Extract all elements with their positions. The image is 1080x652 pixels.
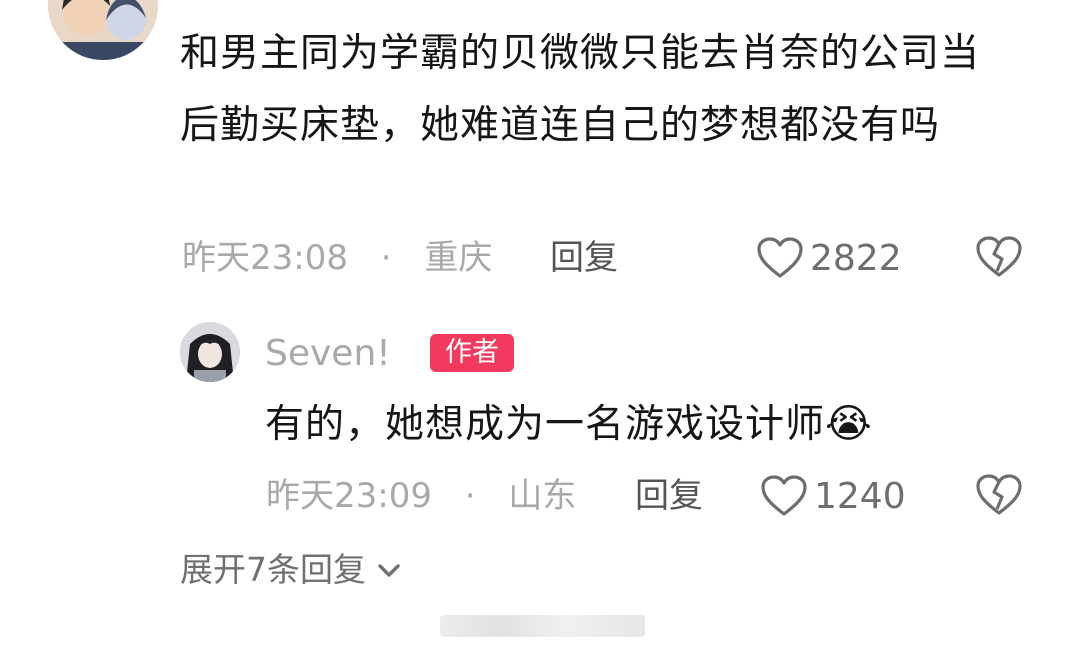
meta-separator: · — [464, 476, 476, 516]
comment-reply-button[interactable]: 回复 — [550, 238, 618, 278]
crying-emoji-icon: 😭 — [825, 401, 873, 447]
reply-location: 山东 — [508, 476, 577, 516]
reply-dislike-button[interactable] — [975, 473, 1023, 521]
broken-heart-icon — [976, 236, 1022, 277]
commenter-avatar[interactable] — [48, 0, 158, 60]
reply-like-count: 1240 — [814, 475, 906, 517]
reply-like-button[interactable]: 1240 — [760, 474, 906, 518]
watermark — [440, 615, 645, 637]
comment-text: 和男主同为学霸的贝微微只能去肖奈的公司当后勤买床垫，她难道连自己的梦想都没有吗 — [180, 31, 981, 148]
comment-like-count: 2822 — [810, 237, 902, 279]
comment-location: 重庆 — [424, 238, 493, 278]
comment-like-button[interactable]: 2822 — [756, 236, 902, 280]
heart-outline-icon — [761, 475, 807, 516]
broken-heart-icon — [976, 474, 1022, 515]
author-badge: 作者 — [430, 334, 514, 372]
comment-time: 昨天23:08 — [182, 238, 348, 278]
expand-replies-button[interactable]: 展开7条回复 — [180, 550, 402, 590]
reply-text-body: 有的，她想成为一名游戏设计师 — [265, 402, 826, 447]
reply-time: 昨天23:09 — [266, 476, 432, 516]
chevron-down-icon — [378, 564, 400, 577]
reply-avatar[interactable] — [180, 322, 240, 382]
heart-outline-icon — [757, 237, 803, 278]
comment-dislike-button[interactable] — [975, 235, 1023, 283]
comment-meta: 昨天23:08 · 重庆 — [182, 238, 492, 278]
reply-meta: 昨天23:09 · 山东 — [266, 476, 576, 516]
expand-replies-label: 展开7条回复 — [180, 550, 366, 589]
reply-text: 有的，她想成为一名游戏设计师😭 — [265, 396, 873, 453]
reply-username[interactable]: Seven! — [265, 334, 391, 374]
reply-reply-button[interactable]: 回复 — [635, 476, 703, 516]
meta-separator: · — [380, 238, 392, 278]
